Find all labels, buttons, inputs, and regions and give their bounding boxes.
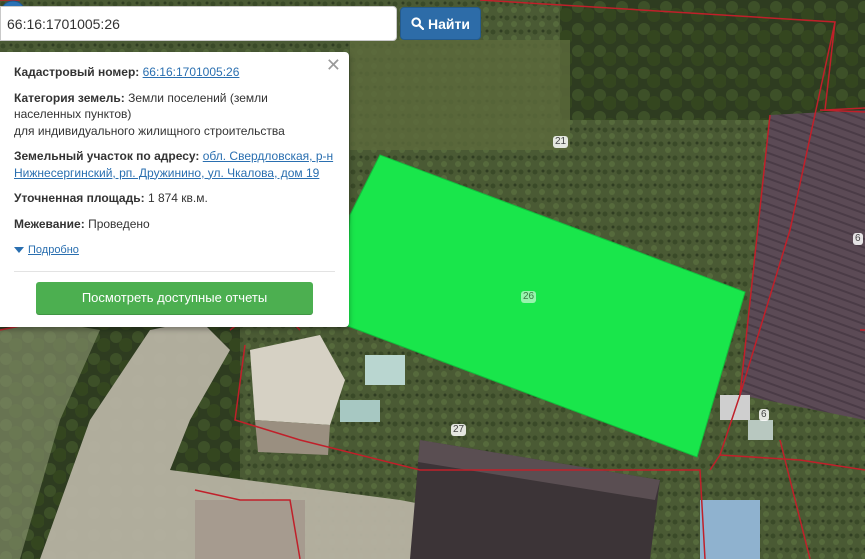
cadastral-number-link[interactable]: 66:16:1701005:26: [143, 65, 240, 79]
search-button-label: Найти: [428, 15, 470, 32]
details-toggle[interactable]: Подробно: [14, 242, 79, 259]
chevron-down-icon: [14, 247, 24, 253]
survey-label: Межевание:: [14, 216, 85, 231]
category-row: Категория земель: Земли поселений (земли…: [14, 90, 335, 140]
cadastral-label: Кадастровый номер:: [14, 65, 140, 79]
close-icon[interactable]: ✕: [326, 56, 341, 74]
address-row: Земельный участок по адресу: обл. Свердл…: [14, 148, 335, 181]
survey-row: Межевание: Проведено: [14, 216, 335, 233]
category-label: Категория земель:: [14, 90, 125, 105]
survey-value: Проведено: [88, 216, 150, 231]
divider: [14, 271, 335, 272]
parcel-label-21: 21: [553, 136, 569, 148]
area-row: Уточненная площадь: 1 874 кв.м.: [14, 190, 335, 207]
parcel-label-6-lower: 6: [759, 409, 769, 421]
area-value: 1 874 кв.м.: [147, 191, 208, 205]
search-icon: [411, 17, 425, 30]
parcel-info-popup: ✕ Кадастровый номер: 66:16:1701005:26 Ка…: [0, 52, 349, 327]
category-use: для индивидуального жилищного строительс…: [14, 123, 285, 138]
cadastral-row: Кадастровый номер: 66:16:1701005:26: [14, 64, 335, 81]
parcel-label-27: 27: [451, 424, 467, 436]
address-label: Земельный участок по адресу:: [14, 149, 200, 163]
search-input[interactable]: [0, 6, 397, 41]
area-label: Уточненная площадь:: [14, 191, 145, 205]
search-button[interactable]: Найти: [400, 7, 481, 40]
details-label: Подробно: [28, 243, 79, 256]
parcel-label-26: 26: [521, 291, 537, 303]
view-reports-button[interactable]: Посмотреть доступные отчеты: [36, 282, 313, 315]
parcel-label-6-edge: 6: [853, 233, 863, 245]
